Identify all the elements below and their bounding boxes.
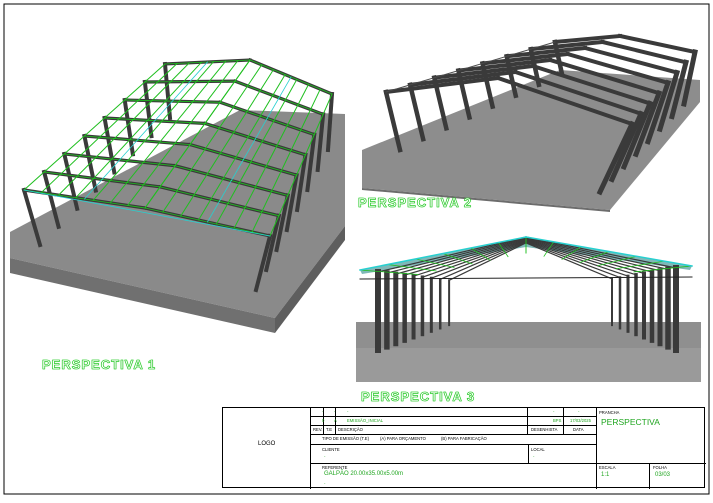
local-label: LOCAL [531,447,545,452]
rev-type: A [334,418,337,423]
prancha-label: PRANCHA [599,410,620,415]
p1-bracing [278,76,292,99]
p3-rafter-right [525,237,661,272]
tipo-emissao-label: TIPO DE EMISSÃO (T.E) [322,436,369,441]
escala-value: 1:1 [601,472,610,478]
p1-bracing [119,139,138,161]
referente-extra: - [324,481,326,486]
rev-dash-3: - [347,409,349,414]
title-block: LOGO - - - - - 0 A EMISSÃO_INICIAL BPS 1… [222,407,706,489]
perspective-2-view [362,33,700,212]
rev-dash-2: - [334,409,336,414]
option-b-label: (B) PARA FABRICAÇÃO [441,436,487,441]
rev-description: EMISSÃO_INICIAL [347,418,384,423]
p3-ground-front [356,348,701,382]
p3-rafter-left [395,237,527,275]
header-data: DATA [573,427,584,432]
perspective-3-label: PERSPECTIVA 3 [361,389,476,405]
rev-number: 0 [322,418,325,423]
header-descricao: DESCRIÇÃO [338,427,363,432]
folha-label: FOLHA [653,465,667,470]
perspective-2-label: PERSPECTIVA 2 [358,195,473,211]
cliente-label: CLIENTE [322,447,340,452]
p3-rafter-left [386,237,527,274]
local-value: - [533,454,535,459]
folha-value: 03/03 [655,472,671,478]
rev-dash-4: - [553,409,555,414]
cliente-value: - [324,454,326,459]
referente-value: GALPÃO 20.00x35.00x5.00m [324,471,404,477]
header-desenhista: DESENHISTA [531,427,558,432]
perspective-3-view [356,236,701,382]
rev-date: 17/03/2025 [570,418,591,423]
rev-dash-1: - [322,409,324,414]
referente-label: REFERENTE [322,465,348,470]
logo-text: LOGO [258,441,276,447]
p1-column-left [102,115,117,175]
rev-dash-5: - [578,409,580,414]
header-rev: REV. [313,427,323,432]
rev-drafter: BPS [553,418,562,423]
escala-label: ESCALA [599,465,616,470]
option-a-label: (A) PARA ORÇAMENTO [380,436,426,441]
prancha-value: PERSPECTIVA [601,417,660,427]
drawing-sheet: PERSPECTIVA 1 PERSPECTIVA 2 PERSPECTIVA … [0,0,713,498]
perspective-1-label: PERSPECTIVA 1 [42,357,157,373]
perspective-1-view [10,57,345,333]
p2-rafter-right [600,39,689,65]
p2-rafter-right [582,45,680,76]
header-tipo: T.E [326,427,333,432]
p3-rafter-right [525,237,669,271]
p2-rafter-left [552,33,623,45]
